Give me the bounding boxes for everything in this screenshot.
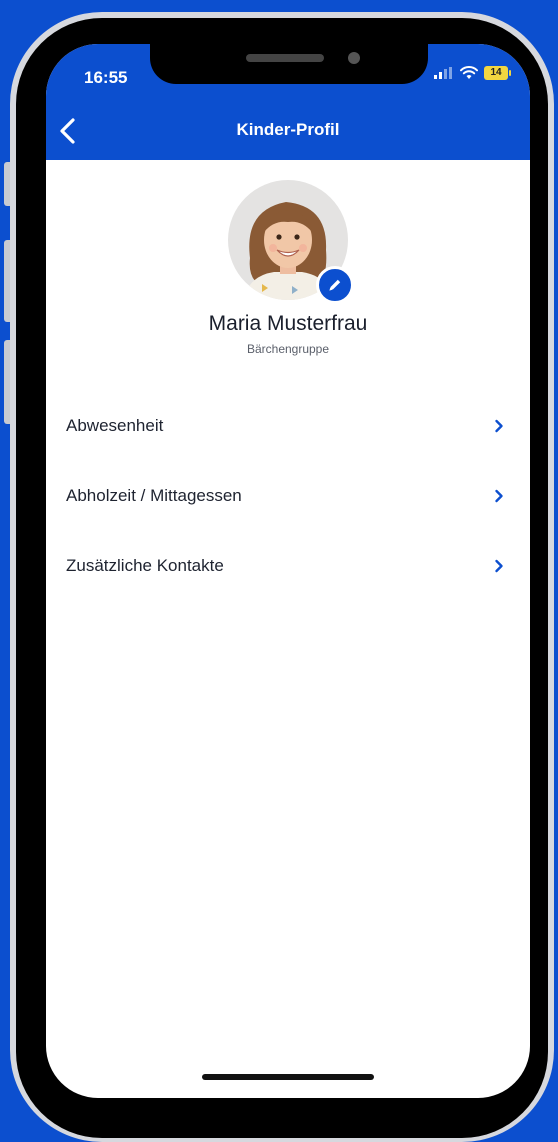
edit-photo-button[interactable]	[316, 266, 354, 304]
menu-item-abwesenheit[interactable]: Abwesenheit	[46, 390, 530, 460]
child-name: Maria Musterfrau	[208, 312, 368, 335]
home-indicator[interactable]	[202, 1074, 374, 1080]
speaker-grille	[246, 54, 324, 62]
phone-notch	[150, 44, 428, 84]
menu-item-abholzeit[interactable]: Abholzeit / Mittagessen	[46, 460, 530, 530]
profile-avatar-container	[228, 180, 354, 304]
chevron-right-icon	[495, 489, 503, 503]
menu-item-label: Zusätzliche Kontakte	[66, 556, 224, 575]
status-icons: 14	[434, 66, 511, 80]
menu-item-kontakte[interactable]: Zusätzliche Kontakte	[46, 530, 530, 600]
child-group: Bärchengruppe	[246, 342, 330, 356]
chevron-right-icon	[495, 559, 503, 573]
status-time: 16:55	[84, 68, 128, 87]
app-header: 16:55 14 Kinder-Profil	[46, 44, 530, 160]
phone-screen: 16:55 14 Kinder-Profil Maria Musterfrau …	[46, 44, 530, 1098]
page-title: Kinder-Profil	[236, 120, 340, 139]
pencil-icon	[329, 279, 341, 291]
menu-item-label: Abholzeit / Mittagessen	[66, 486, 242, 505]
profile-menu: Abwesenheit Abholzeit / Mittagessen Zusä…	[46, 390, 530, 600]
wifi-icon	[460, 66, 478, 79]
signal-icon	[434, 67, 452, 79]
menu-item-label: Abwesenheit	[66, 416, 164, 435]
front-camera	[348, 52, 360, 64]
chevron-right-icon	[495, 419, 503, 433]
battery-icon: 14	[484, 66, 511, 80]
